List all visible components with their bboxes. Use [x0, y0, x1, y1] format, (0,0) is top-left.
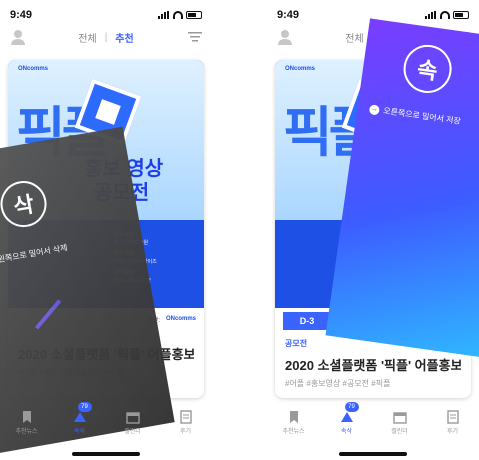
tab-soksak[interactable]: 79 속삭 — [60, 402, 100, 444]
tab-all[interactable]: 전체 — [78, 30, 96, 45]
tab-calendar[interactable]: 캘린더 — [113, 410, 153, 444]
bookmark-icon — [22, 411, 31, 423]
card-title: 2020 소셜플랫폼 '픽플' 어플홍보영… — [285, 358, 461, 373]
status-time: 9:49 — [277, 9, 300, 21]
soksak-icon — [340, 412, 353, 422]
battery-icon — [186, 11, 202, 19]
phone-screen-left: 9:49 전체 | 추천 ONcomms 픽플 홍보 영상 공모전 공모상금총 … — [0, 0, 212, 460]
status-time: 9:49 — [10, 9, 33, 21]
card-tags: #어플 #홍보영상 #공모전 #픽플 — [285, 379, 391, 388]
status-bar: 9:49 — [10, 8, 202, 22]
top-nav: 전체 | 추천 — [10, 28, 202, 46]
bottom-tabbar: 추천뉴스 79 속삭 캘린더 후기 — [267, 402, 479, 444]
home-indicator — [72, 452, 140, 456]
review-icon — [446, 410, 459, 424]
user-icon[interactable] — [10, 29, 26, 45]
wifi-icon — [173, 11, 183, 19]
calendar-icon — [125, 412, 140, 424]
tab-soksak[interactable]: 79 속삭 — [327, 402, 367, 444]
tab-news[interactable]: 추천뉴스 — [7, 410, 47, 444]
dday-badge: D-3 — [283, 312, 331, 330]
signal-icon — [158, 11, 170, 19]
bottom-tabbar: 추천뉴스 79 속삭 캘린더 후기 — [0, 402, 212, 444]
signal-icon — [425, 11, 437, 19]
bookmark-icon — [289, 411, 298, 423]
swipe-arrow-icon — [34, 299, 62, 330]
calendar-icon — [392, 412, 407, 424]
tab-separator: | — [104, 31, 108, 43]
review-icon — [179, 410, 192, 424]
tab-review[interactable]: 후기 — [166, 410, 206, 444]
tab-news[interactable]: 추천뉴스 — [274, 410, 314, 444]
soksak-badge: 79 — [344, 402, 359, 412]
user-icon[interactable] — [277, 29, 293, 45]
soksak-badge: 79 — [77, 402, 92, 412]
battery-icon — [453, 11, 469, 19]
delete-hint: ← 왼쪽으로 밀어서 삭제 — [0, 243, 69, 265]
wifi-icon — [440, 11, 450, 19]
arrow-right-icon: → — [368, 103, 381, 116]
poster-logo: ONcomms — [18, 66, 49, 72]
delete-symbol: 삭 — [0, 177, 51, 231]
save-hint: → 오른쪽으로 밀어서 저장 — [368, 103, 462, 126]
tab-recommend[interactable]: 추천 — [115, 30, 133, 45]
filter-icon[interactable] — [188, 32, 202, 42]
phone-screen-right: 9:49 전체 | 추천 ONcomms 픽플 주관: ONcomms 공모전 — [267, 0, 479, 460]
soksak-icon — [73, 412, 86, 422]
tab-review[interactable]: 후기 — [433, 410, 473, 444]
save-symbol: 속 — [400, 41, 455, 97]
home-indicator — [339, 452, 407, 456]
poster-logo: ONcomms — [285, 66, 316, 72]
tab-all[interactable]: 전체 — [345, 30, 363, 45]
tab-calendar[interactable]: 캘린더 — [380, 410, 420, 444]
